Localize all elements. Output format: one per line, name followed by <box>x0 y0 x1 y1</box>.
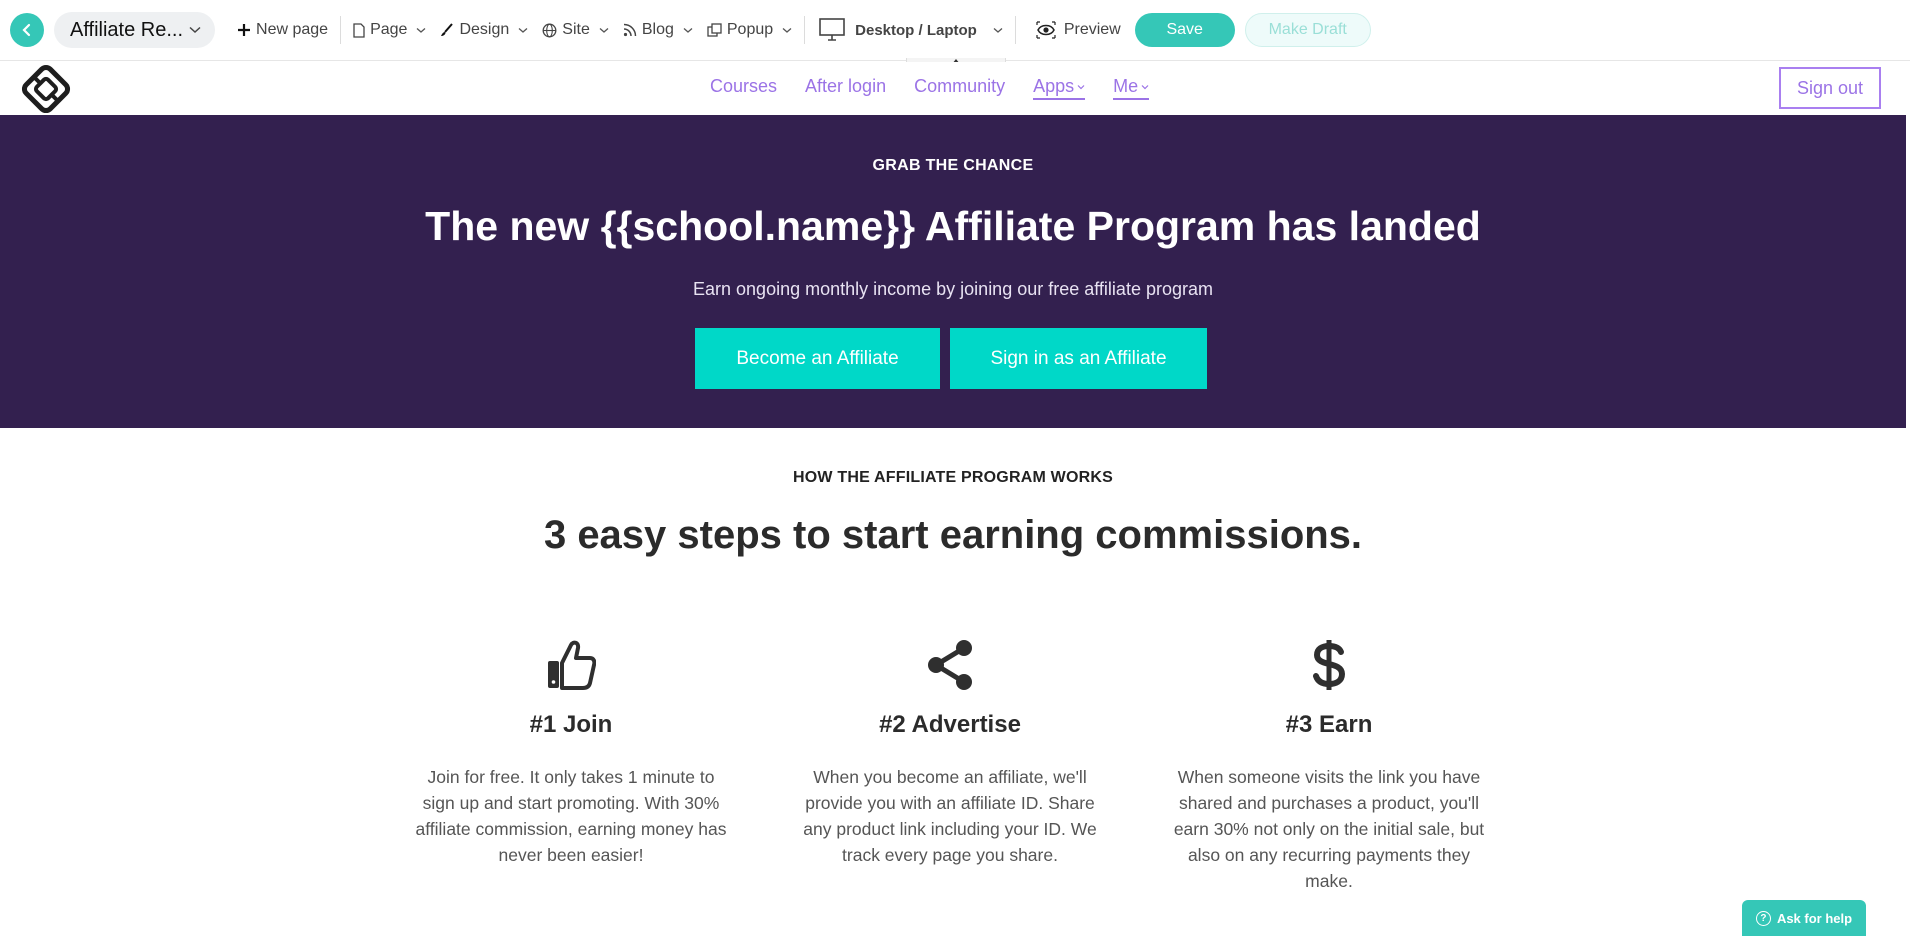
nav-apps-label: Apps <box>1033 76 1075 96</box>
chevron-down-icon <box>599 27 609 33</box>
device-selector-label: Desktop / Laptop <box>855 21 977 39</box>
page-selector-label: Affiliate Re... <box>70 18 184 41</box>
make-draft-button[interactable]: Make Draft <box>1244 13 1371 47</box>
hero-buttons: Become an Affiliate Sign in as an Affili… <box>695 328 1207 389</box>
how-eyebrow: HOW THE AFFILIATE PROGRAM WORKS <box>793 469 1113 486</box>
sign-out-button[interactable]: Sign out <box>1779 67 1881 109</box>
preview-label: Preview <box>1063 21 1121 38</box>
rss-icon <box>623 23 637 37</box>
new-page-button[interactable]: New page <box>237 21 328 39</box>
step-text: Join for free. It only takes 1 minute to… <box>415 767 727 865</box>
chevron-down-icon <box>189 26 201 34</box>
hero-title: The new {{school.name}} Affiliate Progra… <box>425 203 1481 249</box>
site-nav: Courses After login Community Apps Me <box>710 76 1150 100</box>
sign-in-affiliate-button[interactable]: Sign in as an Affiliate <box>950 328 1207 389</box>
popup-menu[interactable]: Popup <box>707 21 792 39</box>
chevron-down-icon <box>518 27 528 33</box>
back-button[interactable] <box>10 13 44 47</box>
site-header: Courses After login Community Apps Me Si… <box>0 62 1906 115</box>
site-menu-label: Site <box>562 21 590 38</box>
chevron-down-icon <box>1141 84 1149 89</box>
chevron-down-icon <box>782 27 792 33</box>
popup-menu-label: Popup <box>726 21 774 38</box>
design-menu-label: Design <box>459 21 510 38</box>
chevron-down-icon <box>993 27 1003 33</box>
step-text: When someone visits the link you have sh… <box>1173 767 1485 891</box>
monitor-icon <box>819 18 845 41</box>
design-menu[interactable]: Design <box>440 21 528 39</box>
nav-me[interactable]: Me <box>1113 76 1150 100</box>
step-text: When you become an affiliate, we'll prov… <box>803 767 1097 865</box>
dollar-icon <box>1313 640 1346 690</box>
nav-apps[interactable]: Apps <box>1033 76 1086 100</box>
step-card-advertise: #2 Advertise When you become an affiliat… <box>790 637 1110 868</box>
thumbs-up-icon <box>548 640 596 690</box>
new-page-label: New page <box>256 21 329 38</box>
become-affiliate-button[interactable]: Become an Affiliate <box>695 328 940 389</box>
plus-icon <box>238 24 251 36</box>
page-menu-label: Page <box>370 21 408 38</box>
editor-toolbar: Affiliate Re... New page Page Design Sit… <box>0 0 1910 61</box>
nav-courses[interactable]: Courses <box>710 76 777 100</box>
chevron-left-icon <box>22 23 31 37</box>
nav-community[interactable]: Community <box>914 76 1005 100</box>
share-icon <box>928 640 972 690</box>
chevron-down-icon <box>1077 84 1085 89</box>
hero-eyebrow: GRAB THE CHANCE <box>872 157 1034 174</box>
help-icon: ? <box>1755 910 1771 926</box>
toolbar-divider <box>340 16 342 44</box>
nav-after-login[interactable]: After login <box>805 76 886 100</box>
save-button[interactable]: Save <box>1134 13 1235 47</box>
hero-section: GRAB THE CHANCE The new {{school.name}} … <box>0 115 1906 428</box>
help-label: Ask for help <box>1776 910 1853 926</box>
popup-icon <box>707 23 722 37</box>
step-card-join: #1 Join Join for free. It only takes 1 m… <box>411 637 731 868</box>
blog-menu-label: Blog <box>641 21 674 38</box>
step-title: #2 Advertise <box>879 711 1021 738</box>
step-title: #3 Earn <box>1285 711 1373 738</box>
blog-menu[interactable]: Blog <box>623 21 693 39</box>
how-title: 3 easy steps to start earning commission… <box>543 513 1363 557</box>
preview-button[interactable]: Preview <box>1036 21 1121 39</box>
step-card-earn: #3 Earn When someone visits the link you… <box>1169 637 1489 894</box>
chevron-down-icon <box>417 27 426 33</box>
nav-me-label: Me <box>1113 76 1139 96</box>
device-selector[interactable]: Desktop / Laptop <box>819 18 1003 42</box>
site-menu[interactable]: Site <box>542 21 609 39</box>
step-title: #1 Join <box>529 711 613 738</box>
document-icon <box>353 22 365 38</box>
hero-subtitle: Earn ongoing monthly income by joining o… <box>693 279 1213 299</box>
preview-eye-icon <box>1036 21 1056 39</box>
chevron-down-icon <box>683 27 693 33</box>
toolbar-divider <box>1014 16 1016 44</box>
logo[interactable] <box>21 64 71 114</box>
globe-icon <box>542 23 557 37</box>
toolbar-divider <box>804 16 806 44</box>
page-menu[interactable]: Page <box>353 21 426 39</box>
page-selector[interactable]: Affiliate Re... <box>54 12 216 48</box>
ask-for-help-button[interactable]: ? Ask for help <box>1742 900 1866 936</box>
brush-icon <box>441 23 454 36</box>
